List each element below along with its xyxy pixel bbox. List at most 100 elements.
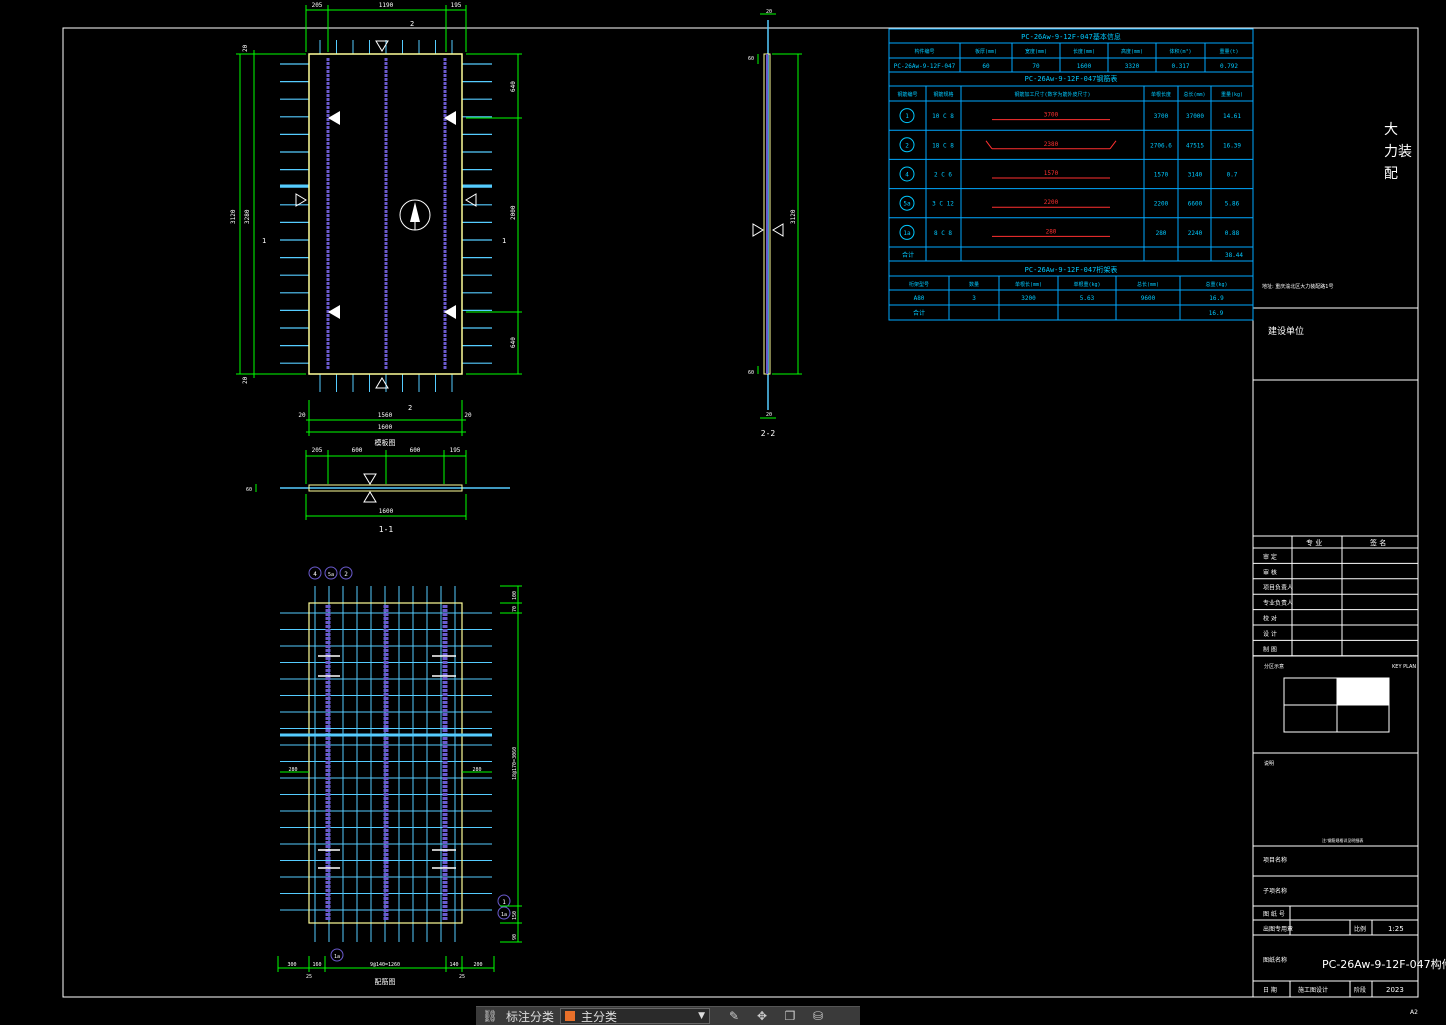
plan-dim-top-1: 205 [312,2,323,9]
plan-mark-left: 1 [262,237,266,245]
s11-dim-2: 600 [352,447,363,454]
rp-dim-left: 280 [288,767,297,773]
rebar-weight: 14.61 [1223,113,1241,120]
section-mark-icon [363,491,377,503]
plan-mark-right: 1 [502,237,506,245]
link-icon[interactable]: ⛓ [482,1009,498,1023]
notes-label: 说明 [1264,760,1274,767]
rebar-header: 钢筋加工尺寸(数字为筋外皮尺寸) [1014,91,1090,98]
sign-row-label: 专业负责人 [1263,599,1293,607]
truss-header: 总重(kg) [1205,281,1227,288]
plan-dim-left-2: 3120 [230,209,237,224]
component-cell: 70 [1032,63,1040,70]
rebar-spec: 8 C 8 [934,230,952,237]
chevron-down-icon: ▼ [698,1011,706,1021]
copy-icon[interactable]: ❐ [782,1009,798,1023]
rebar-weight: 0.88 [1225,230,1240,237]
rebar-spec: 2 C 6 [934,172,952,179]
rp-dim-right-5: 90 [512,934,518,940]
plan-dim-left-1: 20 [242,44,249,52]
rp-caption: 配筋图 [375,977,396,986]
s22-thick-bottom: 60 [748,370,754,376]
component-cell: 60 [982,63,990,70]
key-plan-tag: KEY PLAN [1392,664,1416,670]
sign-row-label: 项目负责人 [1263,584,1293,592]
sheet-label: 阶段 [1354,986,1366,994]
rebar-header: 钢筋编号 [897,91,917,98]
schedule-tables: PC-26Aw-9-12F-047基本信息 构件编号 板厚(mm) 宽度(mm) 长度… [888,28,1254,321]
plan-view[interactable]: 205 1190 195 2 2 1 1 20 3120 3280 20 640… [230,2,522,447]
bubble-right-2: 1a [501,912,507,918]
subitem-label: 子项名称 [1263,887,1287,895]
bubble-top-3: 2 [344,571,348,578]
plan-mark-top: 2 [410,20,414,28]
section-1-1[interactable]: 205 600 600 195 60 1600 1-1 [246,447,510,534]
rebar-header: 钢筋规格 [933,91,953,98]
plan-mark-bottom: 2 [408,404,412,412]
project-name-label: 项目名称 [1263,856,1287,864]
stack-icon[interactable]: ⛁ [810,1009,826,1023]
s22-dim-top: 20 [766,9,772,15]
rebar-dim: 2200 [1044,199,1059,206]
plan-dim-bottom-1: 20 [298,412,306,419]
logo-char-2: 力装 [1384,144,1412,160]
rp-dim-bottom-2: 160 [312,962,321,968]
rp-dim-bottom2-1: 25 [306,974,312,980]
rebar-spec: 10 C 8 [932,113,954,120]
rebar-length: 2706.6 [1150,142,1172,149]
color-swatch [565,1011,576,1021]
move-icon[interactable]: ✥ [754,1009,770,1023]
truss-cell: A80 [914,295,925,302]
plan-dim-left-3: 3280 [244,209,251,224]
section-2-2[interactable]: 20 60 60 3120 20 2-2 [748,9,802,438]
rebar-id: 4 [905,172,909,179]
logo-char-3: 配 [1384,166,1398,182]
section-mark-icon [363,473,377,485]
component-cell: 0.317 [1171,63,1189,70]
plan-dim-right-1: 640 [510,81,517,92]
rebar-weight: 16.39 [1223,142,1241,149]
sign-row-label: 校 对 [1263,615,1277,623]
rebar-length: 2200 [1154,201,1169,208]
rp-dim-right-4: 150 [512,911,518,920]
component-header: 板厚(mm) [975,48,997,55]
truss-cell: 9600 [1141,295,1156,302]
rebar-total: 6600 [1188,201,1203,208]
bubble-right-1: 1 [502,899,506,906]
rp-dim-bottom-3: 9@140=1260 [370,962,400,968]
cad-drawing-canvas[interactable]: 大 力装 配 地址: 重庆渝北区大力装配路1号 建设单位 专 业 签 名 审 定… [0,0,1446,1024]
rp-dim-bottom-5: 200 [473,962,482,968]
rebar-length: 3700 [1154,113,1169,120]
section-mark-icon [752,223,764,237]
truss-total-value: 16.9 [1209,310,1224,317]
bubble-top-2: 5a [328,572,334,578]
category-select[interactable]: 主分类 ▼ [560,1008,711,1024]
drawing-frame [62,27,1419,998]
rebar-spec: 18 C 8 [932,142,954,149]
sign-header-major: 专 业 [1306,538,1322,547]
rebar-length: 1570 [1154,172,1169,179]
plan-dim-bottom-2: 1560 [378,412,393,419]
edit-icon[interactable]: ✎ [726,1009,742,1023]
s22-dim-height: 3120 [790,209,797,224]
sheet-value: 施工图设计 [1298,986,1328,994]
rebar-table-title: PC-26Aw-9-12F-047钢筋表 [1025,74,1118,83]
sign-header-name: 签 名 [1370,538,1386,547]
sign-row-label: 制 图 [1263,645,1277,653]
component-header: 构件编号 [914,48,934,55]
rebar-header: 总长(mm) [1183,91,1205,98]
rebar-id: 1a [903,230,911,237]
s11-caption: 1-1 [379,525,394,534]
truss-table-title: PC-26Aw-9-12F-047桁架表 [1025,265,1118,274]
drawing-name: PC-26Aw-9-12F-047构件图 [1322,957,1446,971]
drawing-name-label: 图纸名称 [1263,956,1287,964]
s22-caption: 2-2 [761,429,776,438]
rebar-plan[interactable]: 4 5a 2 1 1a 1a 100 70 18@170=3060 150 90… [277,566,522,986]
category-select-value: 主分类 [581,1009,618,1024]
sign-row-label: 设 计 [1263,630,1277,638]
truss-header: 总长(mm) [1137,281,1159,288]
component-cell: 3320 [1125,63,1140,70]
lifting-point-icon [328,111,340,125]
rp-dim-right-2: 70 [512,606,518,612]
plan-dim-top-2: 1190 [379,2,394,9]
